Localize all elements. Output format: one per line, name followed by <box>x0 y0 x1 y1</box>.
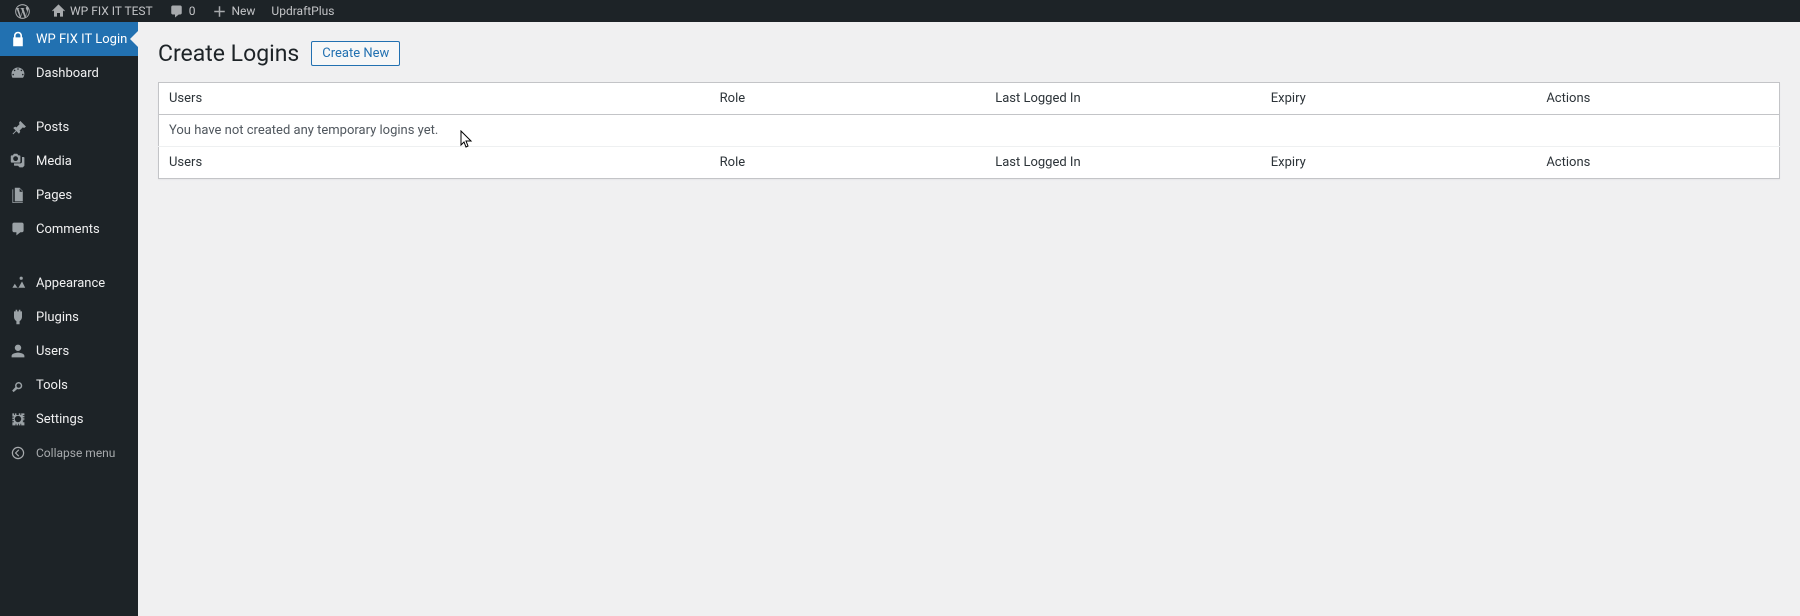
pages-icon <box>8 185 28 205</box>
create-new-button[interactable]: Create New <box>311 41 400 66</box>
col-last-logged-in[interactable]: Last Logged In <box>985 147 1261 179</box>
table-footer-row: Users Role Last Logged In Expiry Actions <box>159 147 1780 179</box>
menu-item-users[interactable]: Users <box>0 334 138 368</box>
menu-item-settings[interactable]: Settings <box>0 402 138 436</box>
plus-icon <box>211 3 227 19</box>
menu-item-posts[interactable]: Posts <box>0 110 138 144</box>
menu-item-dashboard[interactable]: Dashboard <box>0 56 138 90</box>
wordpress-icon <box>14 3 30 19</box>
menu-item-tools[interactable]: Tools <box>0 368 138 402</box>
updraftplus-link[interactable]: UpdraftPlus <box>263 0 342 22</box>
menu-item-media[interactable]: Media <box>0 144 138 178</box>
menu-item-pages[interactable]: Pages <box>0 178 138 212</box>
wp-logo[interactable] <box>6 0 42 22</box>
collapse-icon <box>8 443 28 463</box>
menu-item-plugins[interactable]: Plugins <box>0 300 138 334</box>
menu-label: Comments <box>36 222 100 237</box>
menu-label: Dashboard <box>36 66 99 81</box>
menu-label: WP FIX IT Login <box>36 32 127 47</box>
dashboard-icon <box>8 63 28 83</box>
comments-count: 0 <box>189 4 196 18</box>
menu-separator <box>0 90 138 110</box>
appearance-icon <box>8 273 28 293</box>
content-area: Create Logins Create New Users Role Last… <box>138 22 1800 616</box>
admin-bar: WP FIX IT TEST 0 New UpdraftPlus <box>0 0 1800 22</box>
new-content-link[interactable]: New <box>203 0 263 22</box>
col-role[interactable]: Role <box>710 83 986 115</box>
menu-label: Appearance <box>36 276 105 291</box>
comment-icon <box>169 3 185 19</box>
plugins-icon <box>8 307 28 327</box>
menu-label: Posts <box>36 120 69 135</box>
comments-icon <box>8 219 28 239</box>
users-icon <box>8 341 28 361</box>
menu-separator <box>0 246 138 266</box>
updraftplus-label: UpdraftPlus <box>271 4 334 18</box>
col-expiry[interactable]: Expiry <box>1261 83 1537 115</box>
table-header-row: Users Role Last Logged In Expiry Actions <box>159 83 1780 115</box>
col-role[interactable]: Role <box>710 147 986 179</box>
menu-item-wpfixit-login[interactable]: WP FIX IT Login <box>0 22 138 56</box>
home-icon <box>50 3 66 19</box>
menu-label: Collapse menu <box>36 446 115 460</box>
menu-item-appearance[interactable]: Appearance <box>0 266 138 300</box>
comments-link[interactable]: 0 <box>161 0 204 22</box>
menu-label: Pages <box>36 188 72 203</box>
menu-item-comments[interactable]: Comments <box>0 212 138 246</box>
lock-icon <box>8 29 28 49</box>
empty-row: You have not created any temporary login… <box>159 115 1780 147</box>
tools-icon <box>8 375 28 395</box>
menu-label: Settings <box>36 412 83 427</box>
col-actions[interactable]: Actions <box>1536 147 1779 179</box>
col-expiry[interactable]: Expiry <box>1261 147 1537 179</box>
settings-icon <box>8 409 28 429</box>
col-last-logged-in[interactable]: Last Logged In <box>985 83 1261 115</box>
col-users[interactable]: Users <box>159 147 710 179</box>
menu-label: Tools <box>36 378 68 393</box>
page-header: Create Logins Create New <box>158 40 1780 67</box>
site-name-text: WP FIX IT TEST <box>70 4 153 18</box>
menu-label: Plugins <box>36 310 79 325</box>
menu-item-collapse[interactable]: Collapse menu <box>0 436 138 470</box>
menu-label: Media <box>36 154 72 169</box>
page-title: Create Logins <box>158 40 299 67</box>
pin-icon <box>8 117 28 137</box>
new-label: New <box>231 4 255 18</box>
col-users[interactable]: Users <box>159 83 710 115</box>
media-icon <box>8 151 28 171</box>
empty-message: You have not created any temporary login… <box>159 115 1780 147</box>
menu-label: Users <box>36 344 69 359</box>
col-actions[interactable]: Actions <box>1536 83 1779 115</box>
admin-sidebar: WP FIX IT Login Dashboard Posts Media <box>0 22 138 616</box>
logins-table: Users Role Last Logged In Expiry Actions… <box>158 82 1780 179</box>
site-name-link[interactable]: WP FIX IT TEST <box>42 0 161 22</box>
